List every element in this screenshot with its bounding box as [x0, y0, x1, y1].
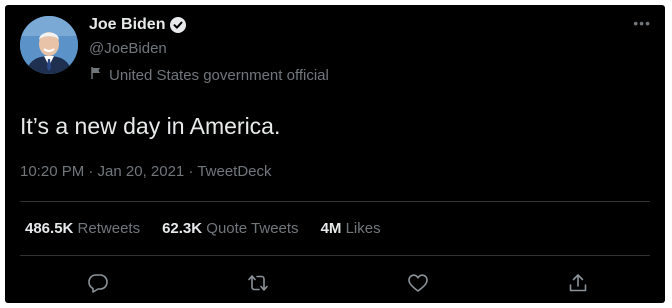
tweet-timestamp[interactable]: 10:20 PM · Jan 20, 2021 · TweetDeck — [20, 163, 272, 180]
divider — [20, 255, 650, 256]
more-horizontal-icon[interactable]: ••• — [633, 15, 651, 31]
government-label[interactable]: United States government official — [89, 66, 329, 84]
author-name[interactable]: Joe Biden — [89, 16, 165, 34]
retweets-stat[interactable]: 486.5K Retweets — [25, 220, 140, 237]
tweet-stats: 486.5K Retweets 62.3K Quote Tweets 4M Li… — [25, 220, 381, 237]
avatar[interactable] — [20, 16, 78, 74]
like-button[interactable] — [405, 270, 431, 296]
likes-label: Likes — [345, 220, 381, 237]
tweet-card: Joe Biden @JoeBiden United States govern… — [5, 5, 665, 303]
author-name-row[interactable]: Joe Biden — [89, 16, 187, 34]
reply-icon — [88, 274, 108, 293]
retweets-label: Retweets — [77, 220, 141, 237]
government-label-text: United States government official — [109, 66, 329, 84]
share-button[interactable] — [565, 270, 591, 296]
quote-tweets-stat[interactable]: 62.3K Quote Tweets — [162, 220, 298, 237]
divider — [20, 201, 650, 202]
heart-icon — [408, 274, 428, 292]
retweets-count: 486.5K — [25, 220, 74, 237]
likes-stat[interactable]: 4M Likes — [321, 220, 381, 237]
tweet-text: It’s a new day in America. — [20, 113, 281, 139]
likes-count: 4M — [320, 220, 342, 237]
share-icon — [569, 274, 587, 292]
reply-button[interactable] — [85, 270, 111, 296]
retweet-button[interactable] — [245, 270, 271, 296]
retweet-icon — [248, 275, 268, 291]
verified-badge-icon — [170, 17, 187, 33]
tweet-actions — [5, 270, 665, 296]
flag-icon — [89, 66, 103, 84]
author-handle[interactable]: @JoeBiden — [89, 40, 167, 57]
quote-tweets-label: Quote Tweets — [206, 220, 299, 237]
quote-tweets-count: 62.3K — [162, 220, 203, 237]
